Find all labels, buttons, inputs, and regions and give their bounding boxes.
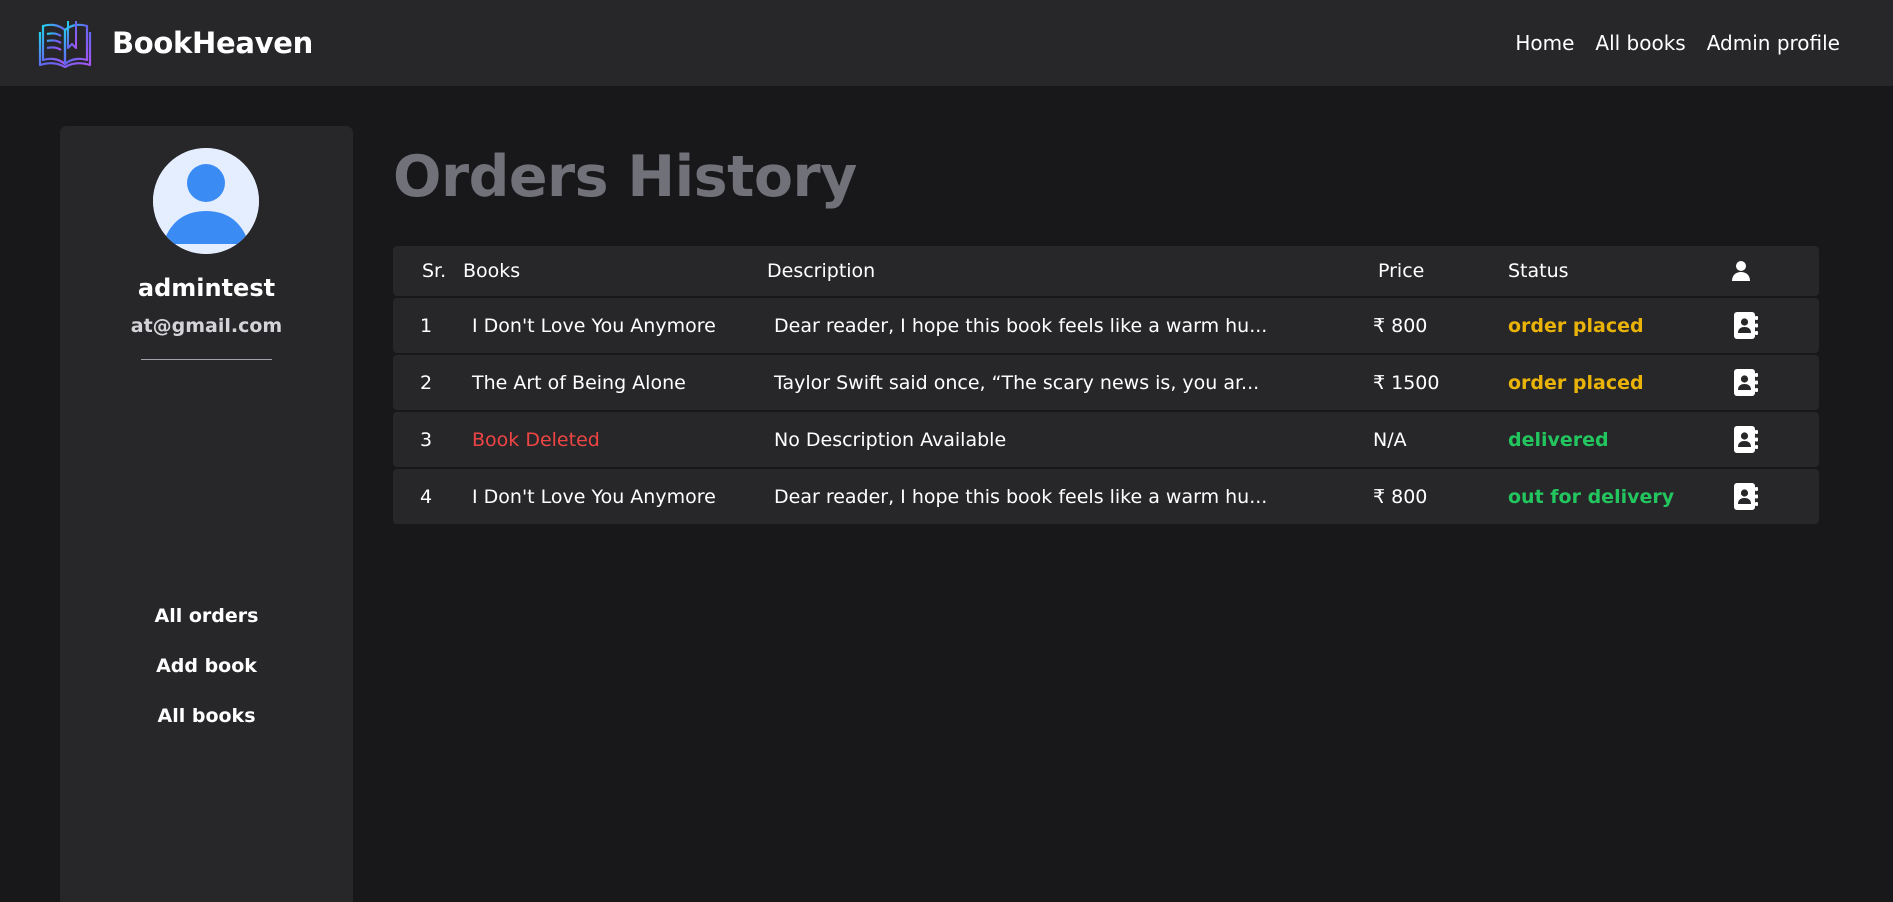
table-header: Sr. Books Description Price Status [393, 246, 1819, 296]
row-status[interactable]: order placed [1508, 298, 1644, 353]
row-status[interactable]: delivered [1508, 412, 1609, 467]
row-book-title[interactable]: I Don't Love You Anymore [472, 298, 716, 353]
table-row: 1 I Don't Love You Anymore Dear reader, … [393, 298, 1819, 353]
table-row: 4 I Don't Love You Anymore Dear reader, … [393, 469, 1819, 524]
page-title: Orders History [393, 144, 857, 210]
user-avatar-icon [153, 148, 259, 254]
header-price: Price [1378, 260, 1425, 282]
nav-all-books[interactable]: All books [1595, 31, 1685, 55]
header-sr: Sr. [422, 260, 447, 282]
main-nav: Home All books Admin profile [1515, 31, 1840, 55]
address-book-icon[interactable] [1734, 469, 1758, 524]
row-description: Dear reader, I hope this book feels like… [774, 485, 1268, 508]
open-book-icon [38, 21, 92, 68]
row-description: Dear reader, I hope this book feels like… [774, 314, 1268, 337]
row-price: ₹ 1500 [1373, 371, 1440, 394]
user-email: at@gmail.com [130, 315, 283, 337]
row-book-title[interactable]: I Don't Love You Anymore [472, 469, 716, 524]
row-sr: 1 [419, 314, 433, 337]
address-book-icon[interactable] [1734, 298, 1758, 353]
row-book-title[interactable]: The Art of Being Alone [472, 355, 686, 410]
username: admintest [137, 274, 276, 302]
sidebar-item-add-book[interactable]: Add book [60, 654, 353, 704]
row-description: Taylor Swift said once, “The scary news … [774, 371, 1260, 394]
header-books: Books [463, 260, 521, 282]
row-price: ₹ 800 [1373, 314, 1428, 337]
user-icon [1732, 246, 1750, 296]
top-navbar: BookHeaven Home All books Admin profile [0, 0, 1893, 86]
row-sr: 4 [419, 485, 433, 508]
divider [141, 359, 272, 360]
row-book-title: Book Deleted [472, 428, 600, 451]
row-sr: 2 [419, 371, 433, 394]
row-sr: 3 [419, 428, 433, 451]
row-price: N/A [1373, 428, 1407, 451]
address-book-icon[interactable] [1734, 412, 1758, 467]
avatar [153, 148, 259, 254]
nav-admin-profile[interactable]: Admin profile [1707, 31, 1840, 55]
row-status[interactable]: order placed [1508, 355, 1644, 410]
sidebar-item-all-books[interactable]: All books [60, 704, 353, 754]
nav-home[interactable]: Home [1515, 31, 1574, 55]
profile-sidebar: admintest at@gmail.com All orders Add bo… [60, 126, 353, 902]
address-book-icon[interactable] [1734, 355, 1758, 410]
row-description: No Description Available [774, 428, 1007, 451]
header-status: Status [1508, 260, 1569, 282]
brand-name: BookHeaven [112, 26, 313, 60]
sidebar-item-all-orders[interactable]: All orders [60, 604, 353, 654]
table-row: 3 Book Deleted No Description Available … [393, 412, 1819, 467]
sidebar-menu: All orders Add book All books [60, 604, 353, 754]
header-description: Description [767, 260, 876, 282]
row-status[interactable]: out for delivery [1508, 469, 1674, 524]
row-price: ₹ 800 [1373, 485, 1428, 508]
table-row: 2 The Art of Being Alone Taylor Swift sa… [393, 355, 1819, 410]
brand-link[interactable]: BookHeaven [38, 18, 313, 68]
